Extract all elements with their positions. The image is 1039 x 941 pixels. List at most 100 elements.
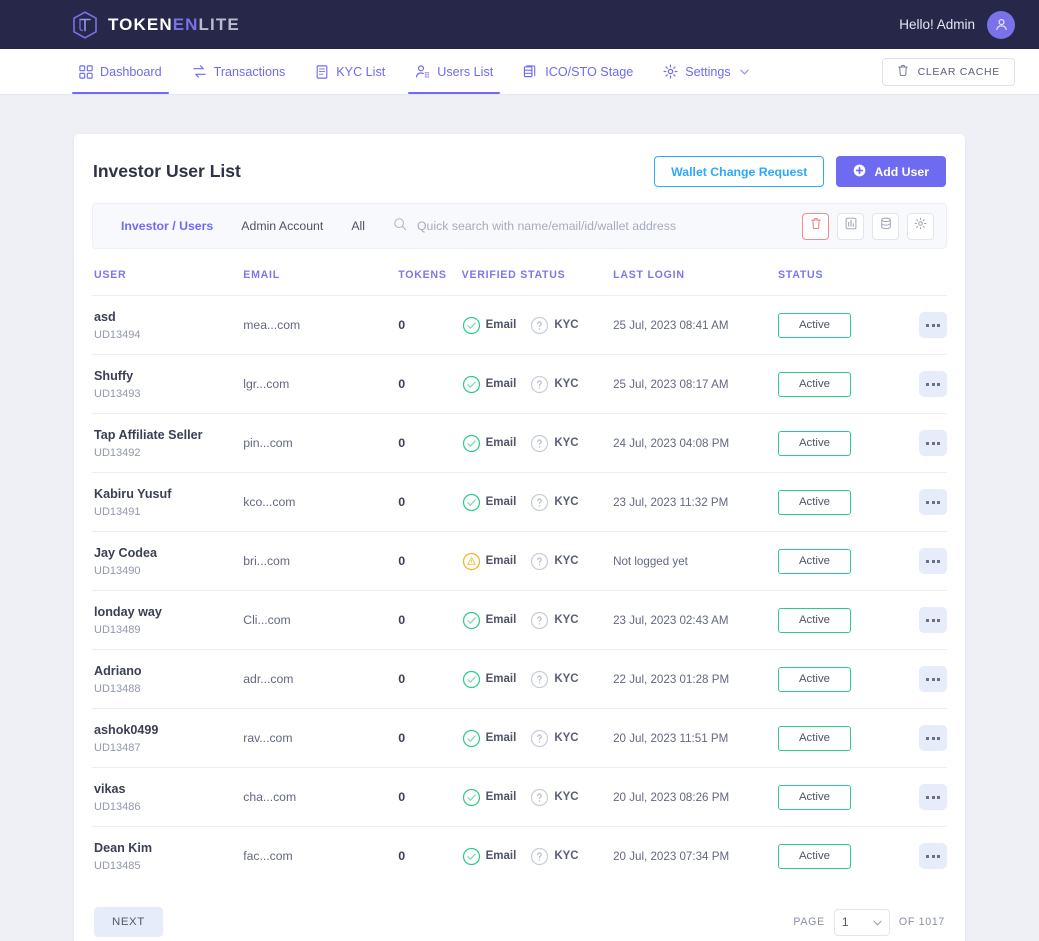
table-row: vikas UD13486 cha...com 0 Email KYC 20 J… [92, 767, 947, 827]
dot-icon [926, 677, 929, 681]
status-badge[interactable]: Active [777, 430, 851, 456]
cell-email: adr...com [243, 649, 399, 709]
dot-icon [937, 677, 940, 681]
cell-user: Kabiru Yusuf UD13491 [92, 472, 244, 532]
database-button[interactable] [872, 212, 899, 240]
question-circle-icon [530, 611, 549, 630]
dot-icon [931, 618, 935, 622]
status-badge[interactable]: Active [777, 784, 851, 810]
cell-verified-status: Email KYC [461, 354, 614, 414]
card-header-actions: Wallet Change Request Add User [654, 156, 946, 187]
status-badge[interactable]: Active [777, 312, 851, 338]
page-select[interactable]: 1 [833, 908, 890, 936]
question-circle-icon [530, 316, 549, 335]
user-avatar-icon[interactable] [987, 10, 1015, 39]
last-login-value: 23 Jul, 2023 11:32 PM [613, 496, 729, 509]
row-actions-button[interactable] [919, 666, 947, 692]
filter-tab-all[interactable]: All [337, 219, 379, 233]
user-email: kco...com [243, 495, 296, 509]
cell-tokens: 0 [398, 649, 462, 709]
row-actions-button[interactable] [919, 489, 947, 515]
table-settings-button[interactable] [907, 212, 934, 240]
nav-label: KYC List [336, 64, 386, 79]
status-badge[interactable]: Active [777, 725, 851, 751]
row-actions-button[interactable] [919, 548, 947, 574]
status-badge[interactable]: Active [777, 489, 851, 515]
clear-cache-button[interactable]: CLEAR CACHE [881, 57, 1015, 86]
email-verification-badge: Email [462, 434, 516, 453]
status-badge[interactable]: Active [777, 843, 851, 869]
email-verification-badge: Email [462, 788, 517, 807]
nav-item-settings[interactable]: Settings [648, 49, 764, 94]
nav-item-dashboard[interactable]: Dashboard [64, 49, 177, 94]
nav-item-users-list[interactable]: Users List [400, 49, 508, 94]
user-menu[interactable]: Hello! Admin [899, 10, 1015, 39]
dot-icon [931, 736, 935, 740]
exchange-icon [192, 64, 207, 79]
cell-status: Active [777, 531, 894, 591]
cell-tokens: 0 [398, 708, 462, 768]
cell-actions [893, 767, 947, 827]
last-login-value: 25 Jul, 2023 08:41 AM [613, 319, 729, 332]
user-email: bri...com [243, 554, 290, 568]
email-verification-label: Email [485, 791, 517, 803]
nav-item-kyc-list[interactable]: KYC List [300, 49, 400, 94]
row-actions-button[interactable] [919, 371, 947, 397]
row-actions-button[interactable] [919, 784, 947, 810]
row-actions-button[interactable] [919, 725, 947, 751]
user-name: Tap Affiliate Seller [94, 428, 203, 442]
filter-tab-admin-account[interactable]: Admin Account [227, 219, 337, 233]
email-verification-label: Email [485, 496, 517, 508]
dot-icon [937, 500, 940, 504]
user-id: UD13493 [94, 388, 141, 400]
brand-logo[interactable]: TOKENENLITE [72, 10, 240, 39]
search-input[interactable] [416, 219, 802, 233]
question-circle-icon [530, 729, 549, 748]
column-header-email: EMAIL [243, 269, 280, 281]
check-circle-icon [462, 670, 481, 689]
cell-status: Active [777, 590, 894, 650]
row-actions-button[interactable] [919, 843, 947, 869]
total-pages-label: OF 1017 [898, 916, 945, 928]
nav-item-ico-sto-stage[interactable]: ICO/STO Stage [508, 49, 648, 94]
page-select-value: 1 [841, 915, 849, 929]
cell-actions [893, 413, 947, 473]
wallet-change-request-button[interactable]: Wallet Change Request [654, 156, 825, 187]
email-verification-badge: Email [462, 847, 516, 866]
cell-tokens: 0 [398, 767, 462, 827]
clear-cache-label: CLEAR CACHE [917, 65, 1000, 78]
kyc-verification-label: KYC [554, 319, 579, 331]
dot-icon [931, 559, 935, 563]
user-name: Shuffy [94, 369, 134, 383]
user-id: UD13494 [94, 329, 141, 341]
next-page-button[interactable]: NEXT [94, 907, 163, 937]
grid-icon [79, 64, 93, 79]
user-email: adr...com [243, 672, 294, 686]
kyc-verification-badge: KYC [530, 611, 579, 630]
status-badge[interactable]: Active [777, 371, 851, 397]
cell-last-login: 23 Jul, 2023 02:43 AM [613, 590, 778, 650]
token-count: 0 [398, 554, 406, 568]
delete-selected-button[interactable] [802, 212, 829, 240]
row-actions-button[interactable] [919, 312, 947, 338]
status-badge[interactable]: Active [777, 607, 851, 633]
cell-email: Cli...com [243, 590, 399, 650]
cell-user: ashok0499 UD13487 [92, 708, 244, 768]
email-verification-label: Email [485, 555, 517, 567]
status-badge[interactable]: Active [777, 548, 851, 574]
dot-icon [937, 795, 940, 799]
kyc-verification-badge: KYC [530, 729, 579, 748]
add-user-button[interactable]: Add User [836, 156, 946, 187]
token-count: 0 [398, 495, 406, 509]
cell-status: Active [777, 649, 894, 709]
trash-icon [897, 64, 909, 80]
filter-tab-investor-users[interactable]: Investor / Users [107, 219, 227, 233]
chart-export-button[interactable] [837, 212, 864, 240]
row-actions-button[interactable] [919, 607, 947, 633]
nav-item-transactions[interactable]: Transactions [177, 49, 301, 94]
row-actions-button[interactable] [919, 430, 947, 456]
cell-actions [893, 472, 947, 532]
dot-icon [931, 500, 935, 504]
status-badge[interactable]: Active [777, 666, 851, 692]
cell-tokens: 0 [398, 295, 462, 355]
